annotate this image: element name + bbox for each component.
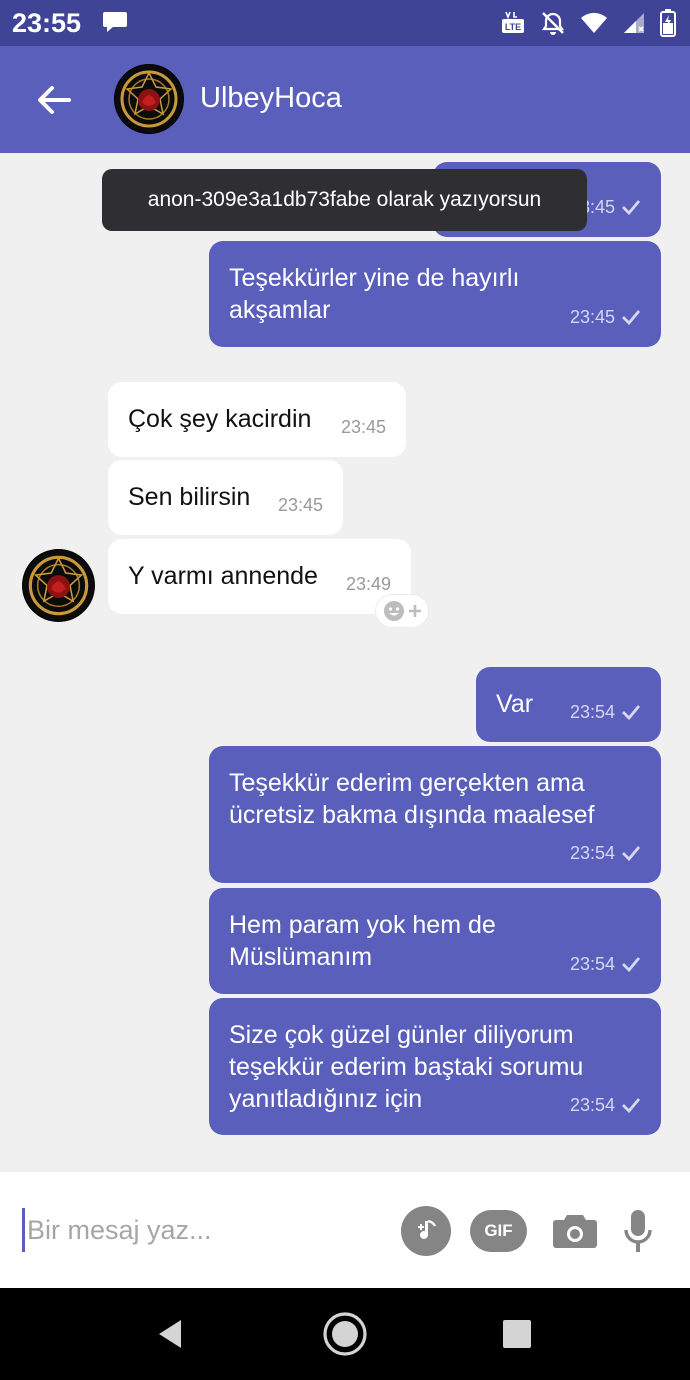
message-outgoing[interactable]: Teşekkür ederim gerçekten ama ücretsiz b… (209, 746, 661, 883)
message-meta: 23:45 (570, 301, 641, 333)
message-meta: 23:45 (341, 411, 386, 443)
read-check-icon (622, 846, 641, 861)
signal-icon (622, 11, 646, 35)
avatar-emblem-icon (115, 65, 183, 133)
sender-avatar[interactable] (22, 549, 95, 622)
music-button[interactable] (401, 1206, 451, 1256)
message-text: Teşekkür ederim gerçekten ama ücretsiz b… (229, 769, 595, 829)
camera-button[interactable] (550, 1208, 600, 1254)
message-text: Hem param yok hem de Müslümanım (229, 911, 496, 971)
svg-text:LTE: LTE (505, 22, 521, 32)
message-time: 23:45 (569, 307, 615, 327)
message-outgoing[interactable]: Hem param yok hem de Müslümanım 23:54 (209, 888, 661, 994)
read-check-icon (622, 957, 641, 972)
message-incoming[interactable]: Sen bilirsin 23:45 (108, 460, 343, 535)
status-bar: 23:55 LTE (0, 0, 690, 46)
read-check-icon (622, 1098, 641, 1113)
message-meta: 23:54 (570, 837, 641, 869)
message-time: 23:45 (340, 417, 386, 437)
message-time: 23:54 (569, 954, 615, 974)
message-outgoing[interactable]: Teşekkürler yine de hayırlı akşamlar 23:… (209, 241, 661, 347)
nav-back-button[interactable] (146, 1310, 194, 1358)
avatar-emblem-icon (23, 550, 94, 621)
message-time: 23:54 (569, 843, 615, 863)
recents-square-icon (503, 1320, 531, 1348)
chat-messages[interactable]: anon-309e3a1db73fabe olarak yazıyorsun 2… (0, 153, 690, 1172)
nav-home-button[interactable] (321, 1310, 369, 1358)
emoji-icon (384, 601, 404, 621)
avatar[interactable] (114, 64, 184, 134)
message-notification-icon (102, 10, 128, 34)
status-icons: LTE (500, 9, 676, 37)
plus-icon (409, 605, 421, 617)
voice-record-button[interactable] (620, 1206, 656, 1256)
home-circle-icon (323, 1312, 367, 1356)
camera-icon (553, 1215, 597, 1248)
add-reaction-button[interactable] (375, 594, 429, 628)
volte-icon: LTE (500, 10, 526, 36)
message-time: 23:54 (569, 1095, 615, 1115)
microphone-icon (624, 1210, 652, 1252)
navigation-bar (0, 1288, 690, 1380)
back-arrow-icon (38, 86, 71, 114)
message-meta: 23:45 (278, 489, 323, 521)
gif-button[interactable]: GIF (470, 1210, 527, 1252)
message-input[interactable] (22, 1208, 382, 1252)
read-check-icon (622, 705, 641, 720)
read-check-icon (622, 310, 641, 325)
battery-icon (660, 9, 676, 37)
message-incoming[interactable]: Y varmı annende 23:49 (108, 539, 411, 614)
message-time: 23:45 (277, 495, 323, 515)
status-time: 23:55 (12, 8, 82, 38)
back-button[interactable] (32, 78, 76, 122)
alarm-off-icon (540, 10, 566, 36)
message-meta: 23:54 (570, 696, 641, 728)
app-bar: UlbeyHoca (0, 46, 690, 153)
music-note-icon (418, 1219, 437, 1239)
gif-icon: GIF (484, 1221, 513, 1240)
nav-recents-button[interactable] (493, 1310, 541, 1358)
identity-toast: anon-309e3a1db73fabe olarak yazıyorsun (102, 169, 587, 231)
read-check-icon (622, 200, 641, 215)
message-incoming[interactable]: Çok şey kacirdin 23:45 (108, 382, 406, 457)
message-time: 23:54 (569, 702, 615, 722)
message-outgoing[interactable]: Var 23:54 (476, 667, 661, 742)
message-text: Teşekkürler yine de hayırlı akşamlar (229, 264, 520, 324)
message-meta: 23:54 (570, 1089, 641, 1121)
back-triangle-icon (159, 1320, 181, 1348)
message-outgoing[interactable]: Size çok güzel günler diliyorum teşekkür… (209, 998, 661, 1135)
message-composer: GIF (0, 1172, 690, 1288)
wifi-icon (580, 11, 608, 35)
chat-title[interactable]: UlbeyHoca (200, 82, 342, 115)
message-meta: 23:54 (570, 948, 641, 980)
